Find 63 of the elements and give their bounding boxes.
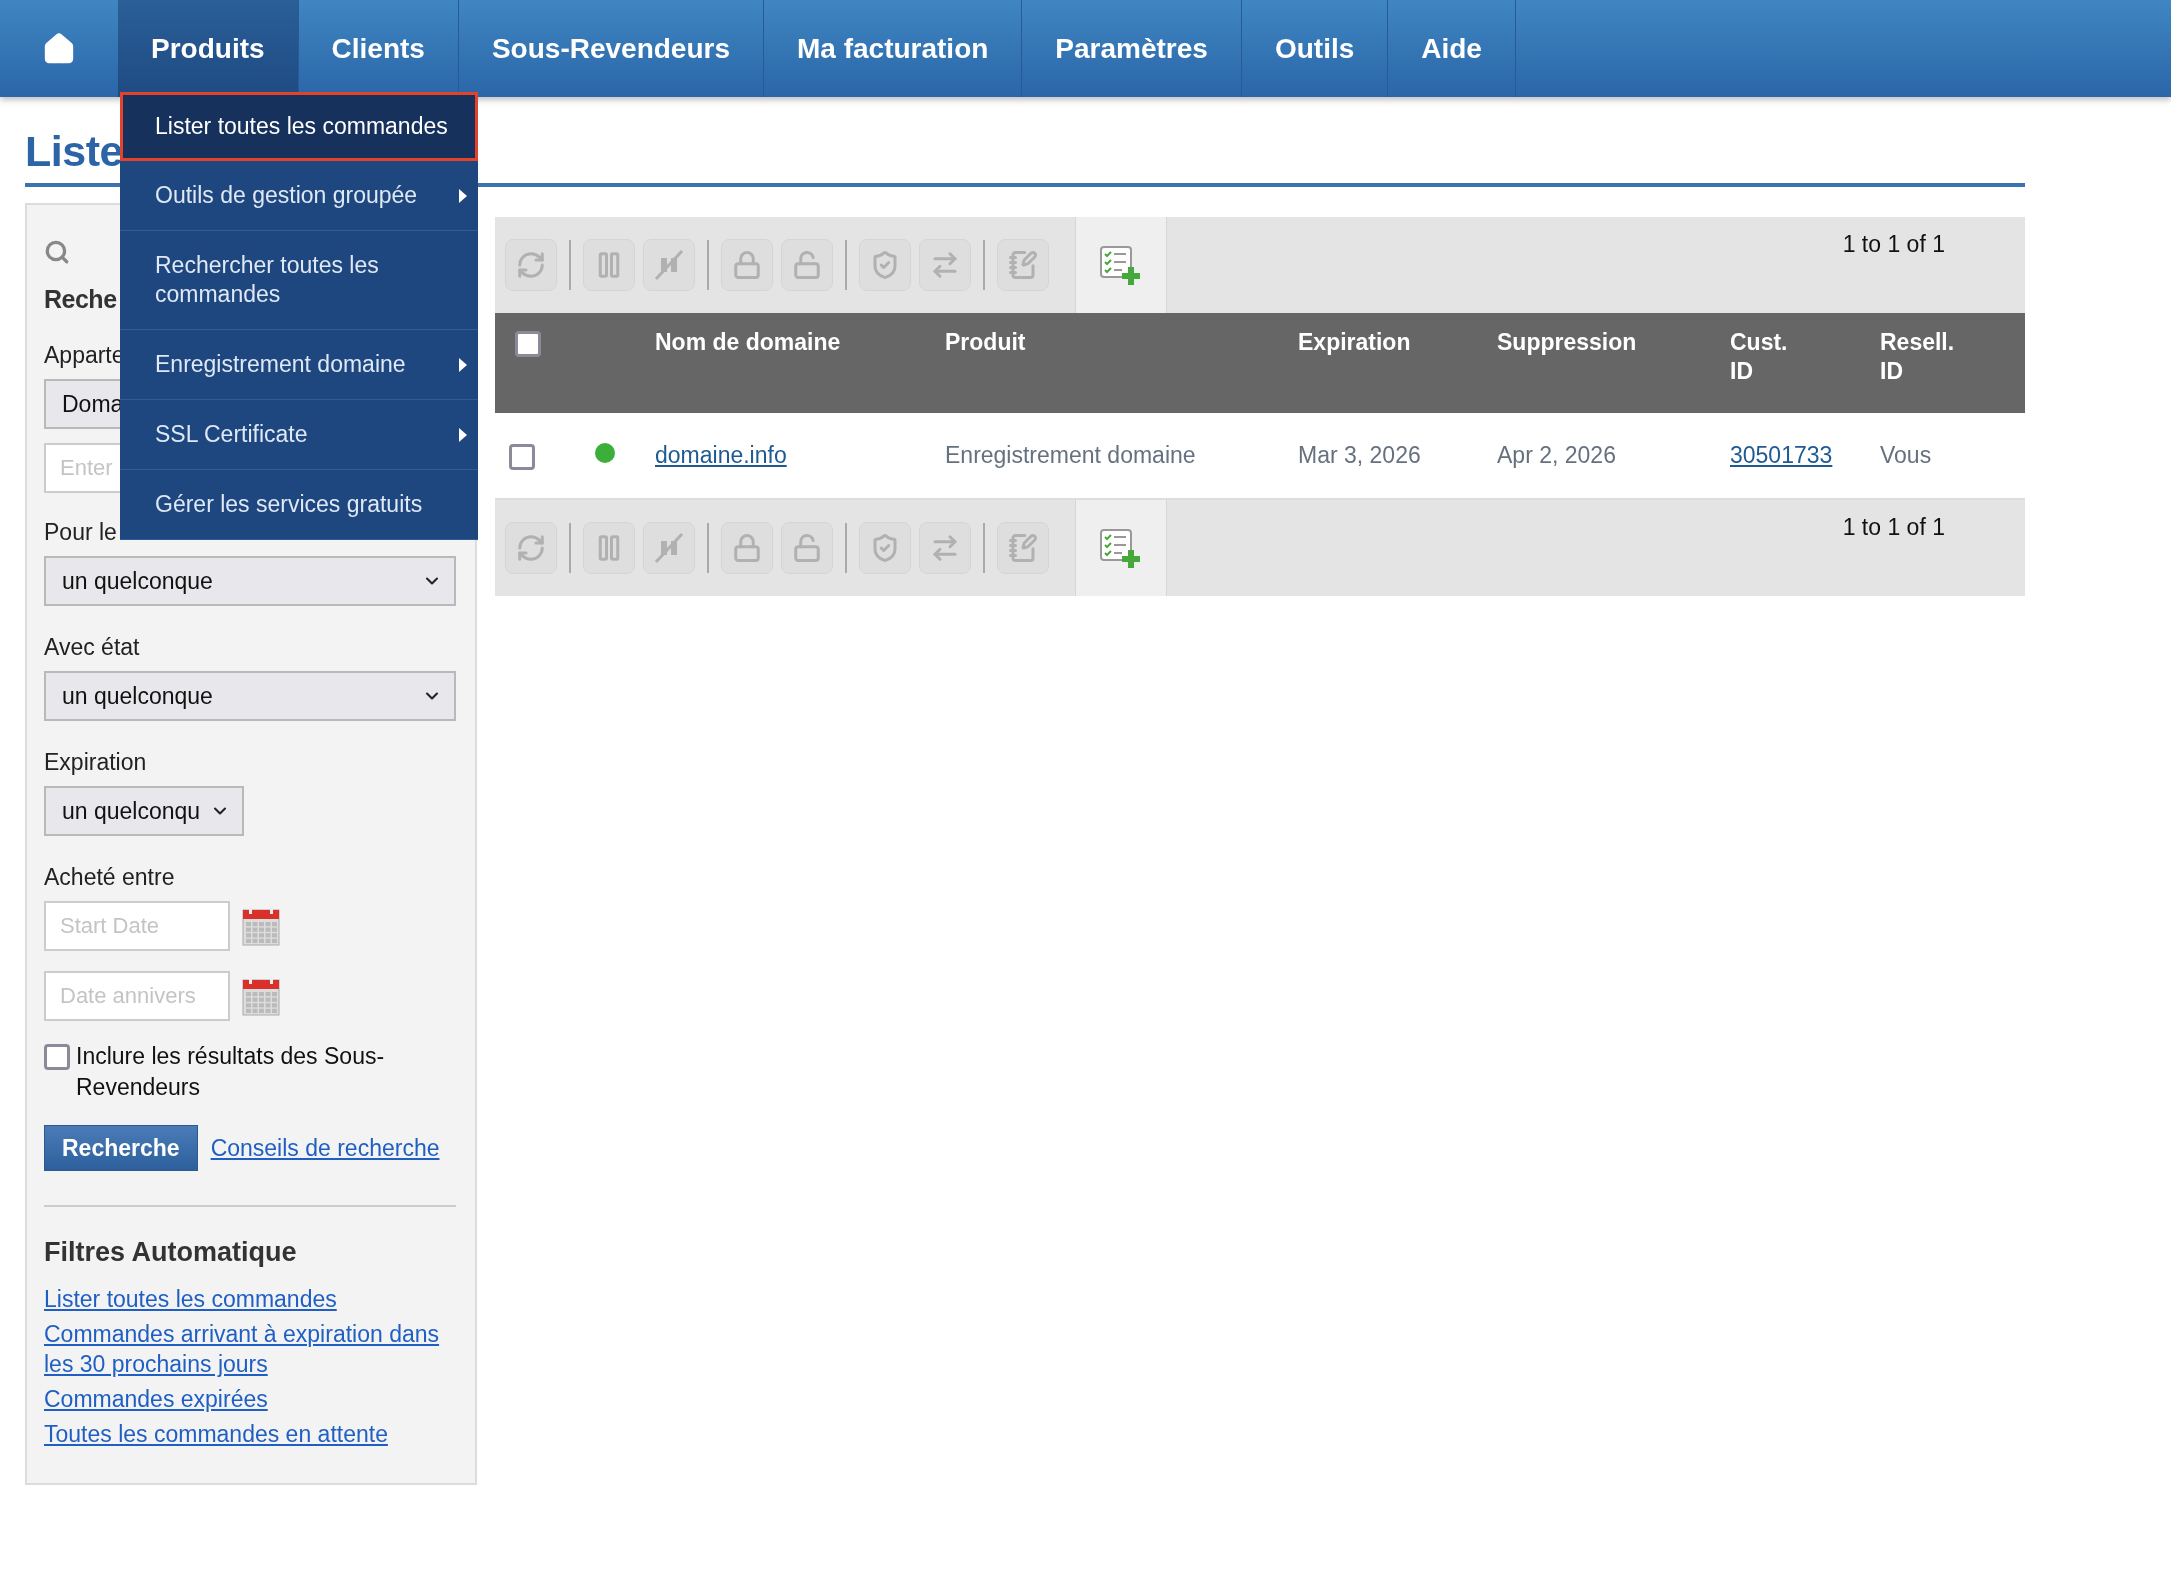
refresh-icon [516, 250, 546, 280]
menu-item[interactable]: Outils de gestion groupée [120, 161, 478, 231]
slashed-pause-icon [652, 248, 686, 282]
row-checkbox[interactable] [509, 443, 535, 470]
domain-link[interactable]: domaine.info [655, 442, 787, 468]
customer-id-link[interactable]: 30501733 [1730, 442, 1833, 468]
filters-heading: Filtres Automatique [44, 1237, 297, 1268]
checkbox-label: Inclure les résultats des Sous-Revendeurs [76, 1042, 386, 1102]
column-header: Nom de domaine [655, 329, 841, 355]
filter-link[interactable]: Commandes expirées [44, 1384, 268, 1414]
field-label: Avec état [44, 634, 140, 661]
nav-tab[interactable]: Paramètres [1022, 0, 1242, 97]
search-button[interactable]: Recherche [44, 1125, 198, 1171]
field-label: Expiration [44, 749, 147, 776]
table-cell: Enregistrement domaine [930, 413, 1283, 499]
table-cell: Vous [1865, 413, 2025, 499]
column-header: Cust. ID [1730, 329, 1788, 384]
pagination-text: 1 to 1 of 1 [1842, 513, 1945, 541]
page-title: Liste [25, 126, 123, 177]
table-cell: Apr 2, 2026 [1482, 413, 1715, 499]
checklist-add-icon [1099, 528, 1143, 568]
refresh-icon [516, 533, 546, 563]
table-cell: Mar 3, 2026 [1283, 413, 1482, 499]
unlock-icon [792, 250, 822, 280]
date-field[interactable]: Start Date [44, 901, 230, 951]
field-label: Pour le [44, 519, 117, 546]
checklist-add-icon [1099, 245, 1143, 285]
checkbox[interactable] [44, 1044, 70, 1070]
slashed-pause-icon [652, 531, 686, 565]
column-header: Resell. ID [1880, 329, 1955, 384]
search-tips-link[interactable]: Conseils de recherche [210, 1133, 440, 1163]
select-field[interactable]: un quelconque [44, 671, 456, 721]
calendar-icon[interactable] [242, 976, 280, 1016]
column-header: Suppression [1497, 329, 1637, 355]
filter-link[interactable]: Lister toutes les commandes [44, 1284, 337, 1314]
menu-item[interactable]: Lister toutes les commandes [120, 92, 478, 161]
calendar-icon[interactable] [242, 906, 280, 946]
nav-tab[interactable]: Outils [1241, 0, 1389, 97]
lock-icon [732, 533, 762, 563]
search-icon [44, 239, 70, 265]
select-all-checkbox[interactable] [515, 331, 541, 357]
filter-link[interactable]: Commandes arrivant à expiration dans les 30 prochains jours [44, 1319, 456, 1379]
shield-check-icon [870, 533, 900, 563]
nav-tab[interactable]: Produits [118, 0, 299, 97]
shield-check-icon [870, 250, 900, 280]
lock-icon [732, 250, 762, 280]
unlock-icon [792, 533, 822, 563]
column-header: Produit [945, 329, 1026, 355]
field-label: Acheté entre [44, 864, 175, 891]
filter-link[interactable]: Toutes les commandes en attente [44, 1419, 388, 1449]
panel-heading: Reche [44, 285, 117, 314]
column-header: Expiration [1298, 329, 1411, 355]
pagination-text: 1 to 1 of 1 [1842, 230, 1945, 258]
nav-tab[interactable]: Aide [1388, 0, 1516, 97]
notebook-pen-icon [1008, 533, 1038, 563]
select-field[interactable]: un quelconque [44, 556, 456, 606]
add-to-list-button[interactable] [1075, 500, 1167, 596]
date-field[interactable]: Date annivers [44, 971, 230, 1021]
select-field[interactable]: un quelconqu [44, 786, 244, 836]
nav-tab[interactable]: Ma facturation [764, 0, 1023, 97]
notebook-pen-icon [1008, 250, 1038, 280]
home-icon [42, 31, 76, 66]
add-to-list-button[interactable] [1075, 217, 1167, 313]
